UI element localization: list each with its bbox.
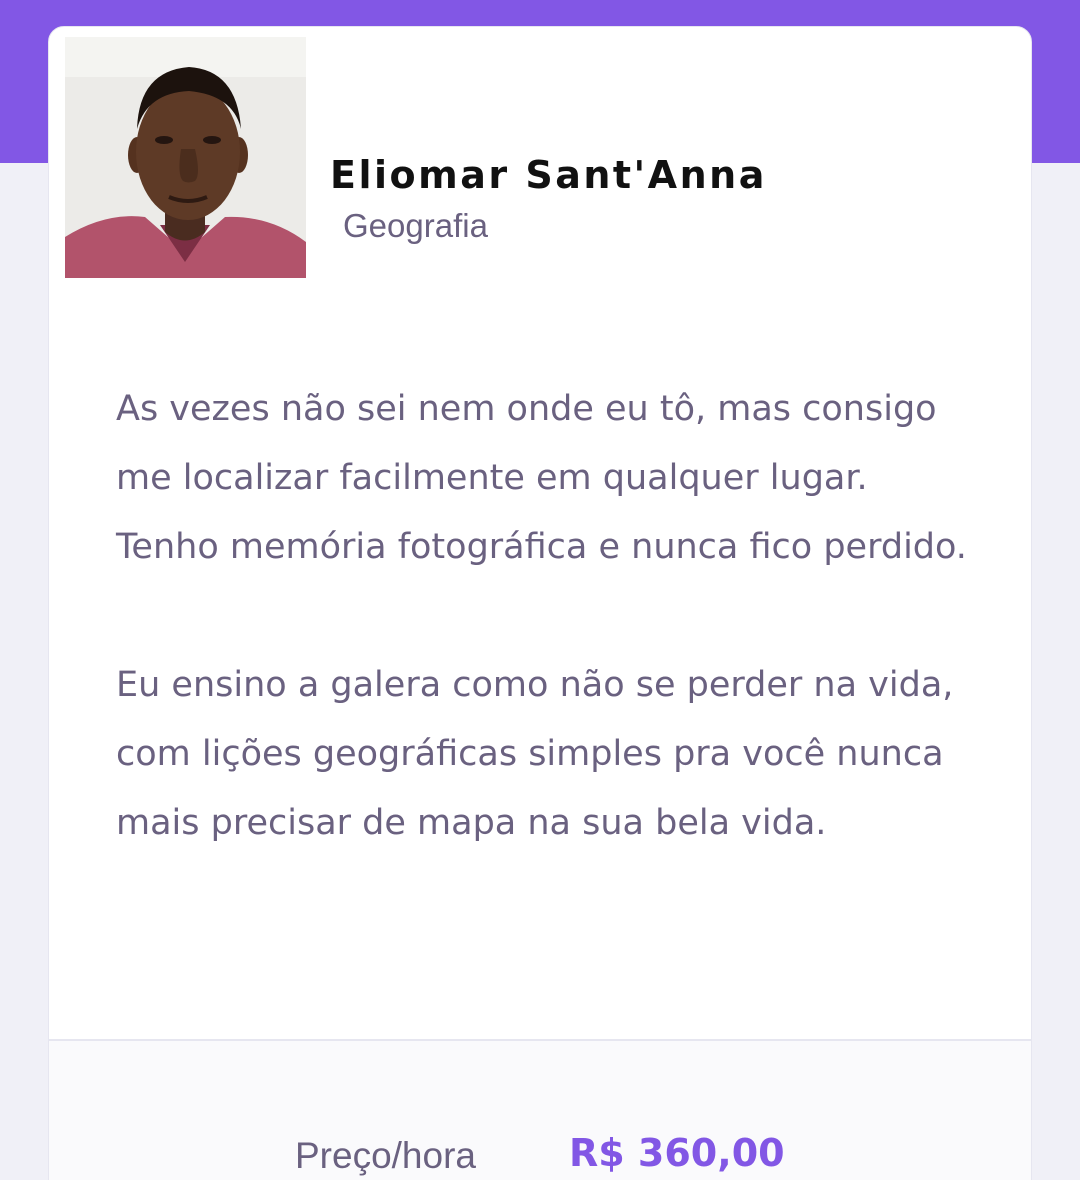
teacher-card-header: Eliomar Sant'Anna Geografia	[49, 27, 1031, 287]
teacher-subject: Geografia	[343, 207, 488, 244]
teacher-card: Eliomar Sant'Anna Geografia As vezes não…	[48, 26, 1032, 1180]
page: Eliomar Sant'Anna Geografia As vezes não…	[0, 0, 1080, 1180]
avatar	[65, 37, 306, 278]
price-value: R$ 360,00	[569, 1131, 785, 1175]
bio-paragraph: As vezes não sei nem onde eu tô, mas con…	[116, 389, 967, 567]
teacher-name: Eliomar Sant'Anna	[330, 153, 767, 197]
price-label: Preço/hora	[295, 1135, 476, 1176]
teacher-bio: As vezes não sei nem onde eu tô, mas con…	[116, 375, 976, 858]
teacher-card-footer: Preço/hora R$ 360,00	[49, 1039, 1031, 1180]
bio-paragraph: Eu ensino a galera como não se perder na…	[116, 665, 954, 843]
